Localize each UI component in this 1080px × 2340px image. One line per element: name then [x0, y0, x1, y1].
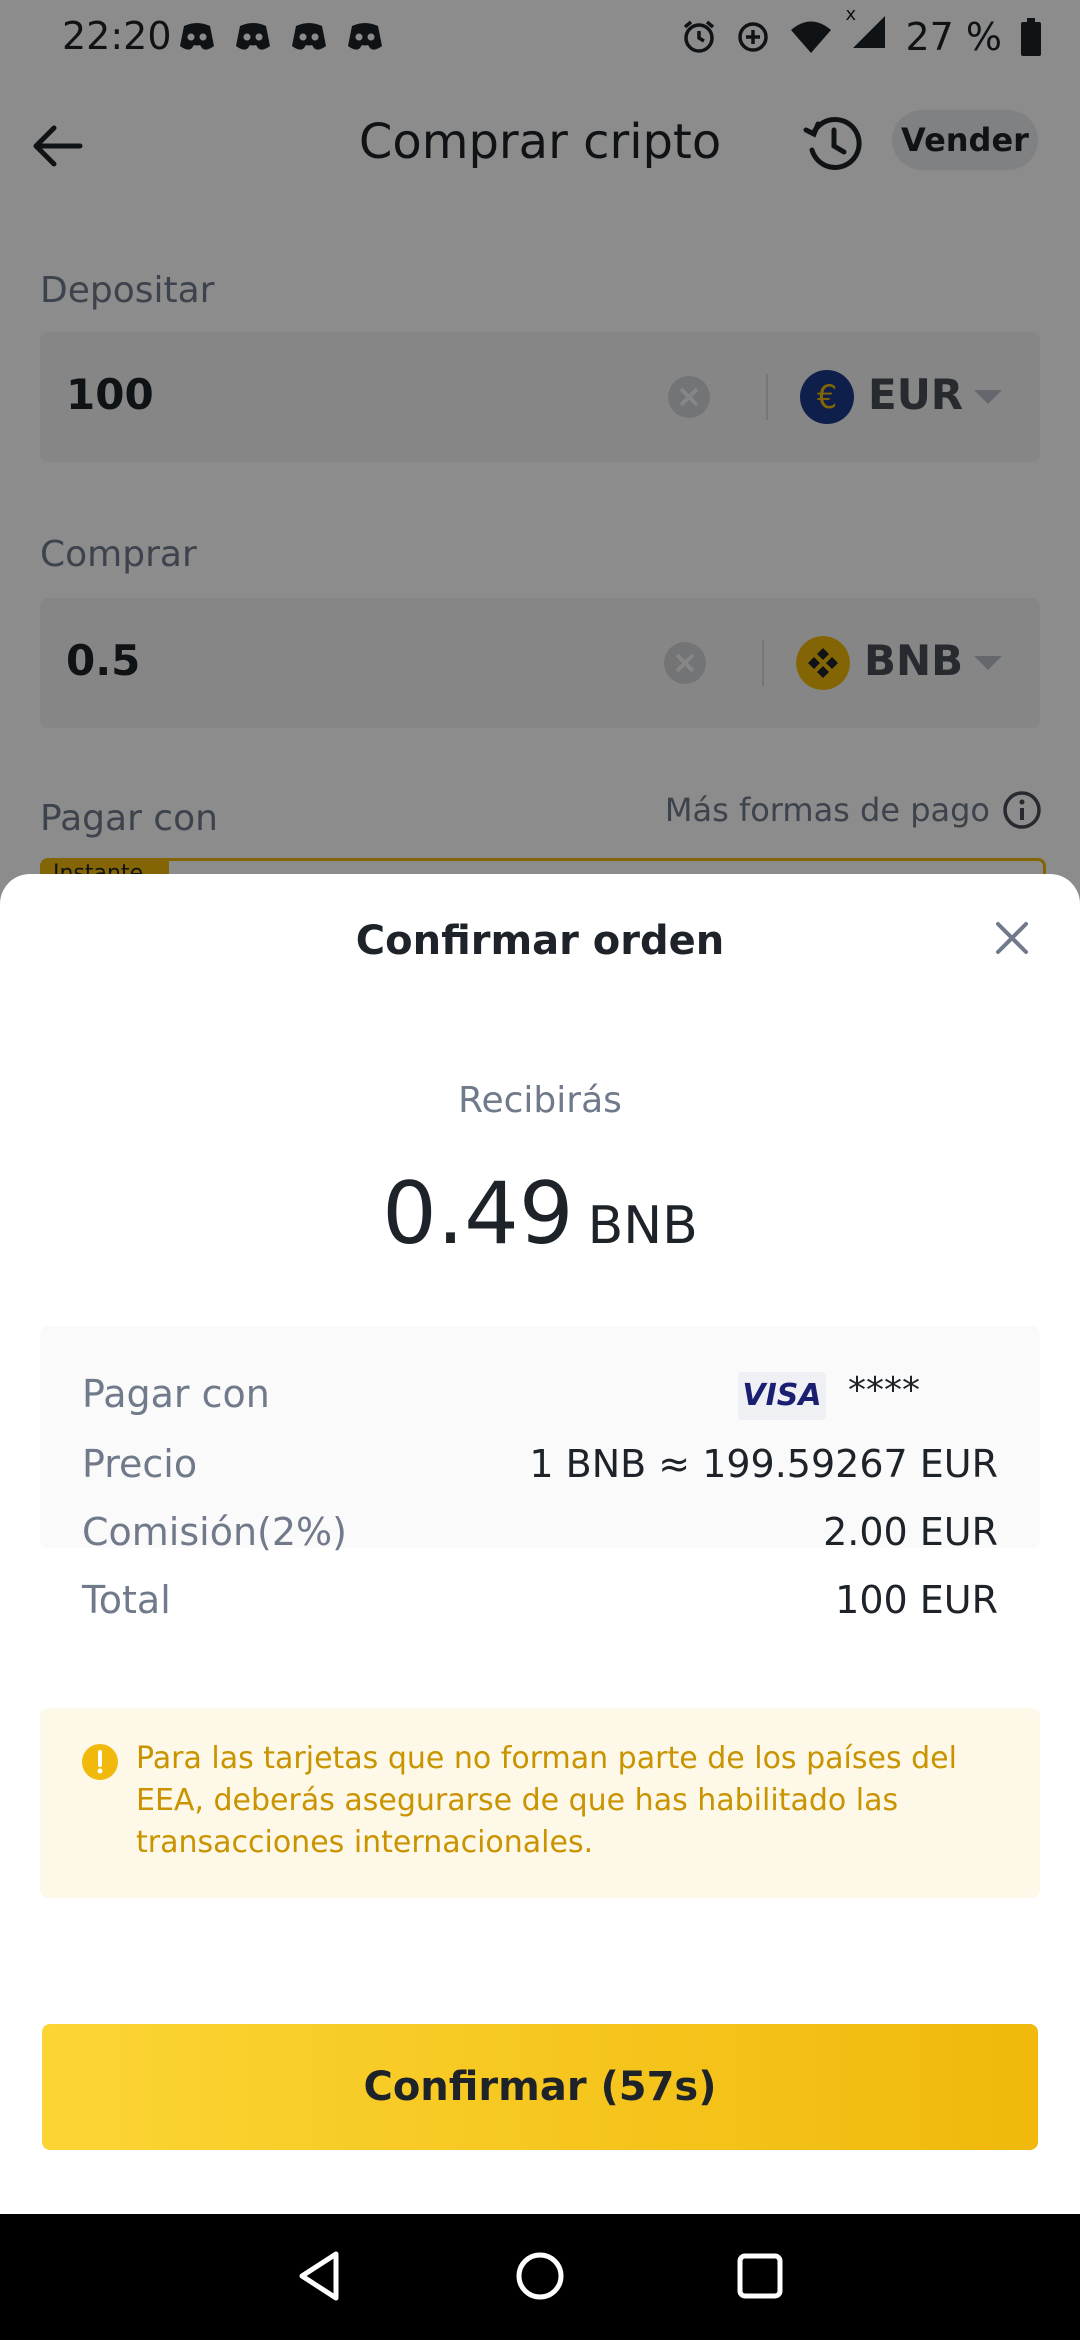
row-label: Comisión(2%) — [82, 1510, 347, 1554]
confirm-order-sheet: Confirmar orden Recibirás 0.49 BNB Pagar … — [0, 874, 1080, 2214]
warning-icon — [82, 1744, 118, 1780]
row-value: 1 BNB ≈ 199.59267 EUR — [529, 1442, 998, 1486]
notice-text: Para las tarjetas que no forman parte de… — [136, 1741, 957, 1860]
summary-row-total: Total 100 EUR — [82, 1578, 998, 1638]
close-icon[interactable] — [988, 914, 1036, 962]
visa-card-icon: VISA — [738, 1372, 826, 1420]
nav-home-icon[interactable] — [510, 2246, 570, 2306]
receive-unit: BNB — [587, 1196, 698, 1256]
receive-number: 0.49 — [382, 1164, 574, 1264]
masked-card-number: **** — [848, 1370, 920, 1411]
nav-back-icon[interactable] — [290, 2246, 350, 2306]
summary-row-price: Precio 1 BNB ≈ 199.59267 EUR — [82, 1442, 998, 1502]
receive-amount: 0.49 BNB — [0, 1164, 1080, 1264]
row-value: 100 EUR — [835, 1578, 998, 1622]
row-label: Precio — [82, 1442, 198, 1486]
summary-row-payment: Pagar con VISA **** — [82, 1370, 998, 1432]
order-summary: Pagar con VISA **** Precio 1 BNB ≈ 199.5… — [40, 1326, 1040, 1622]
sheet-title: Confirmar orden — [355, 918, 725, 964]
confirm-button[interactable]: Confirmar (57s) — [42, 2024, 1038, 2150]
summary-row-fee: Comisión(2%) 2.00 EUR — [82, 1510, 998, 1570]
notice-box: Para las tarjetas que no forman parte de… — [40, 1708, 1040, 1898]
row-value: 2.00 EUR — [823, 1510, 998, 1554]
row-label: Pagar con — [82, 1372, 270, 1416]
row-label: Total — [82, 1578, 171, 1622]
receive-label: Recibirás — [458, 1080, 622, 1121]
system-nav-bar — [0, 2214, 1080, 2340]
nav-recents-icon[interactable] — [730, 2246, 790, 2306]
